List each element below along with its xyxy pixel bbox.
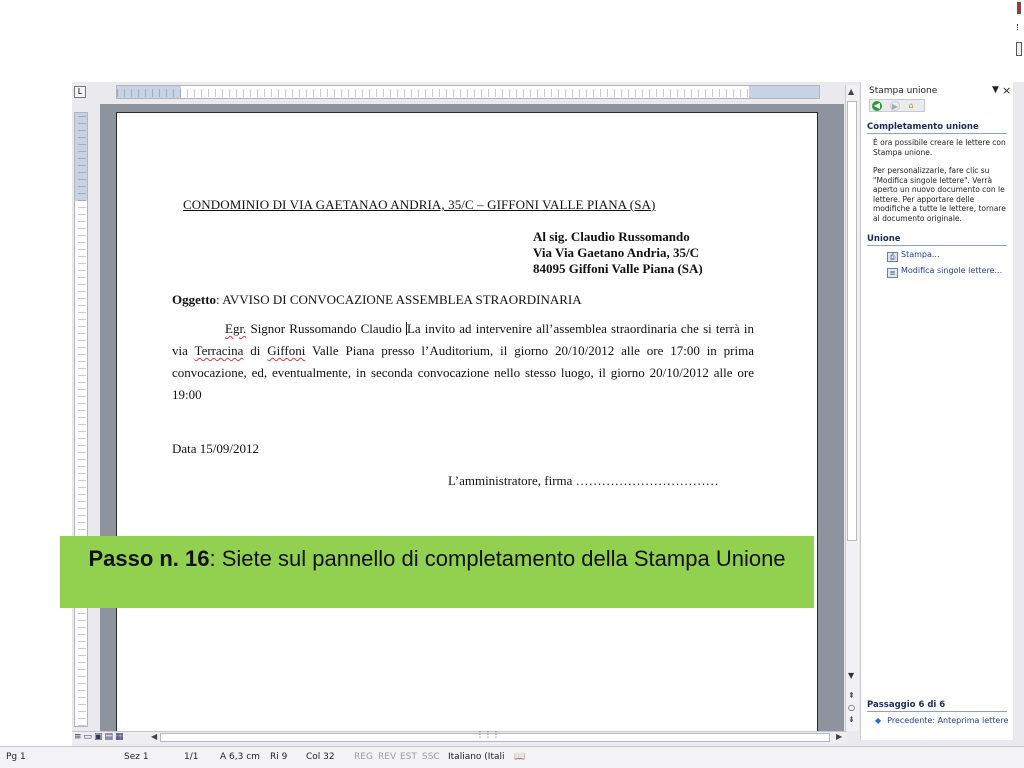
status-bar: Pg 1 Sez 1 1/1 A 6,3 cm Ri 9 Col 32 REG … — [0, 746, 1024, 768]
toolbar-options-icon[interactable] — [1016, 42, 1022, 56]
print-link-label: Stampa... — [901, 250, 940, 259]
chevron-down-icon[interactable]: ▼ — [992, 85, 999, 95]
task-pane-scrollbar[interactable] — [1013, 82, 1024, 742]
step-caption: Passo n. 16: Siete sul pannello di compl… — [60, 536, 814, 608]
next-page-icon[interactable]: ⇟ — [848, 715, 855, 724]
recipient-street: Via Via Gaetano Andria, 35/C — [533, 245, 700, 260]
task-pane-toolbar: ◀ ▶ ⌂ — [869, 99, 925, 112]
vertical-ruler[interactable] — [74, 112, 88, 727]
section-merge-heading: Unione — [867, 234, 1007, 246]
recipient-city: 84095 Giffoni Valle Piana (SA) — [533, 261, 703, 276]
status-rec[interactable]: REG — [354, 752, 373, 762]
previous-page-icon[interactable]: ⇞ — [848, 691, 855, 700]
spellcheck-word: Egr. — [225, 321, 247, 336]
section-completion-heading: Completamento unione — [867, 122, 1007, 134]
previous-arrow-icon: ◆ — [875, 716, 882, 725]
status-page: Pg 1 — [6, 752, 26, 762]
status-pages: 1/1 — [184, 752, 199, 762]
horizontal-scrollbar[interactable]: ≡▭▣▤▦ ◀ ⋮⋮⋮ ▶ — [72, 730, 847, 744]
body-text-part: Signor Russomando Claudio — [246, 321, 406, 336]
completion-text-1: È ora possibile creare le lettere con St… — [873, 138, 1006, 157]
edit-letters-link-label: Modifica singole lettere... — [901, 266, 1003, 275]
status-language[interactable]: Italiano (Itali — [448, 752, 505, 762]
caption-step-number: Passo n. 16 — [88, 546, 210, 571]
task-pane-title: Stampa unione — [869, 86, 938, 96]
top-blank-area — [0, 0, 1024, 82]
letter-body[interactable]: Egr. Signor Russomando Claudio La invito… — [172, 318, 754, 406]
ruler-right-margin — [749, 86, 819, 98]
record-icon[interactable] — [1017, 2, 1021, 14]
mail-merge-task-pane: Stampa unione ▼ × ◀ ▶ ⌂ Completamento un… — [860, 82, 1013, 740]
vertical-scroll-thumb[interactable] — [847, 101, 857, 541]
spellcheck-book-icon[interactable]: 📖 — [514, 752, 525, 762]
letter-date: Data 15/09/2012 — [172, 441, 260, 456]
horizontal-ruler[interactable] — [116, 85, 820, 99]
previous-step-link[interactable]: ◆ Precedente: Anteprima lettere — [875, 716, 1008, 725]
step-indicator: Passaggio 6 di 6 — [867, 700, 1007, 712]
signature-line: L’amministratore, firma …………………………… — [448, 473, 719, 488]
status-line: Ri 9 — [270, 752, 288, 762]
subject-line: Oggetto: AVVISO DI CONVOCAZIONE ASSEMBLE… — [172, 292, 582, 308]
printer-icon: ⎙ — [887, 252, 898, 262]
vertical-scrollbar[interactable]: ▲ ▼ ⇞ ○ ⇟ — [845, 85, 859, 731]
grip-icon — [1017, 24, 1021, 30]
recipient-name: Al sig. Claudio Russomando — [533, 229, 690, 244]
document-title: CONDOMINIO DI VIA GAETANAO ANDRIA, 35/C … — [183, 197, 656, 212]
view-mode-icons[interactable]: ≡▭▣▤▦ — [74, 732, 126, 742]
print-link[interactable]: ⎙ Stampa... — [887, 250, 940, 262]
scroll-grip-icon: ⋮⋮⋮ — [476, 730, 500, 739]
subject-label: Oggetto — [172, 292, 217, 307]
status-column: Col 32 — [306, 752, 335, 762]
home-icon[interactable]: ⌂ — [906, 101, 916, 111]
edit-letters-link[interactable]: ≡ Modifica singole lettere... — [887, 266, 1002, 278]
completion-text-2: Per personalizzarle, fare clic su "Modif… — [873, 166, 1006, 223]
browse-object-icon[interactable]: ○ — [848, 703, 855, 712]
status-section: Sez 1 — [124, 752, 149, 762]
previous-step-label: Precedente: Anteprima lettere — [887, 716, 1009, 725]
scroll-left-icon[interactable]: ◀ — [151, 732, 157, 741]
edit-letters-icon: ≡ — [887, 268, 898, 278]
status-ovr[interactable]: SSC — [422, 752, 440, 762]
subject-text: : AVVISO DI CONVOCAZIONE ASSEMBLEA STRAO… — [216, 292, 582, 307]
body-text-part: di — [243, 343, 268, 358]
tab-selector[interactable]: L — [74, 86, 86, 98]
caption-text: : Siete sul pannello di completamento de… — [209, 546, 786, 571]
scroll-down-icon[interactable]: ▼ — [848, 671, 854, 680]
scroll-up-icon[interactable]: ▲ — [848, 87, 854, 96]
status-ext[interactable]: EST — [400, 752, 417, 762]
back-arrow-icon[interactable]: ◀ — [872, 101, 882, 111]
ruler-ticks — [117, 89, 819, 97]
scroll-right-icon[interactable]: ▶ — [836, 732, 842, 741]
spellcheck-word: Terracina — [194, 343, 244, 358]
status-rev[interactable]: REV — [378, 752, 396, 762]
recipient-address: Al sig. Claudio Russomando Via Via Gaeta… — [533, 229, 703, 277]
status-position: A 6,3 cm — [220, 752, 260, 762]
close-icon[interactable]: × — [1002, 84, 1011, 97]
ruler-ticks-vertical — [78, 113, 86, 726]
spellcheck-word: Giffoni — [267, 343, 306, 358]
forward-arrow-icon[interactable]: ▶ — [890, 101, 900, 111]
corner-toolbar-icons — [1014, 0, 1024, 70]
